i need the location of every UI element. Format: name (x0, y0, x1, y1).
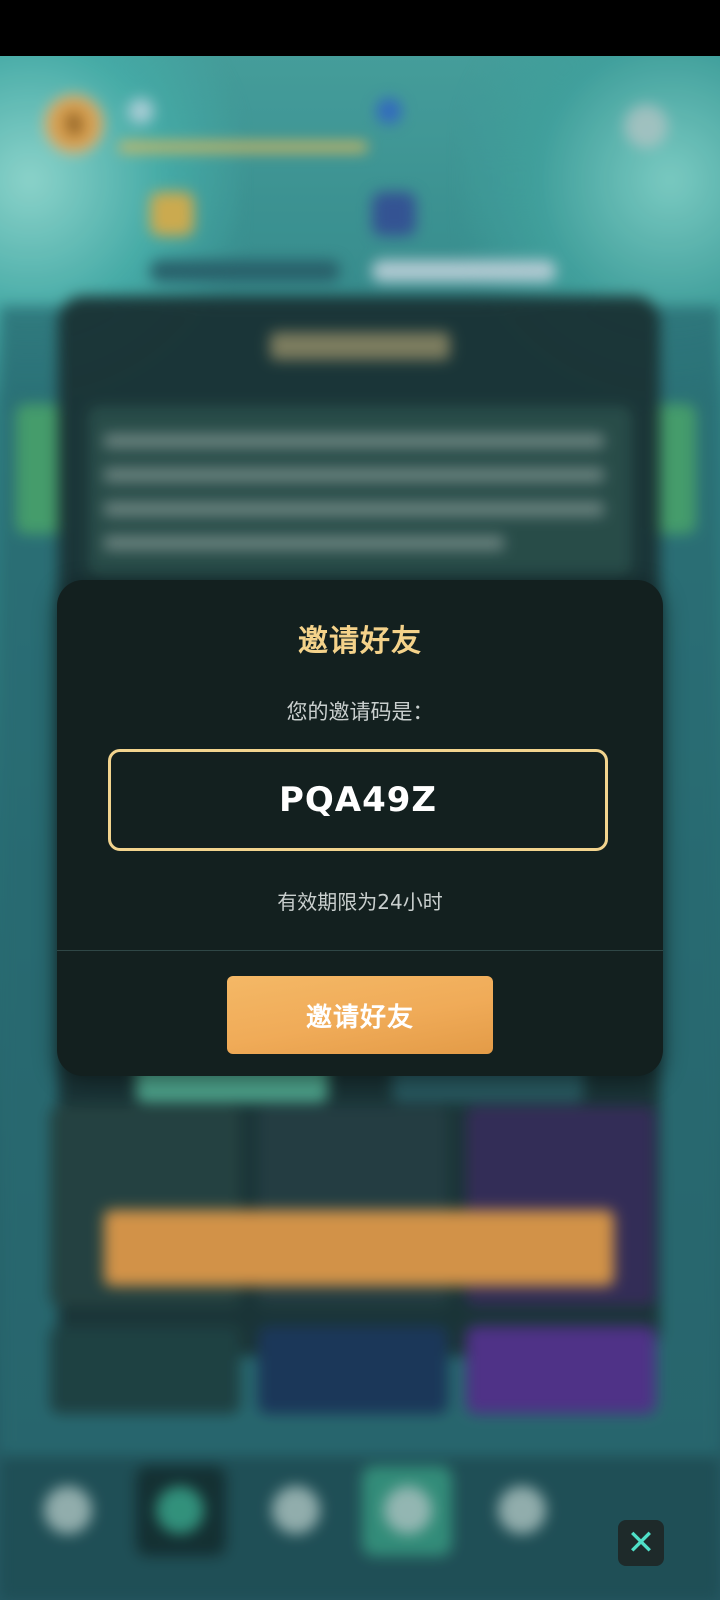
status-bar (0, 0, 720, 56)
invite-friends-dialog: 邀请好友 您的邀请码是： PQA49Z 有效期限为24小时 邀请好友 (57, 580, 663, 1076)
invite-code-box[interactable]: PQA49Z (108, 749, 608, 851)
close-icon: ✕ (626, 1523, 656, 1563)
invite-friends-button[interactable]: 邀请好友 (227, 976, 493, 1054)
validity-text: 有效期限为24小时 (277, 890, 443, 914)
invite-code-value[interactable]: PQA49Z (279, 780, 437, 820)
dialog-title: 邀请好友 (298, 624, 422, 659)
close-button[interactable]: ✕ (618, 1520, 664, 1566)
dialog-divider (57, 950, 663, 951)
invite-code-label: 您的邀请码是： (286, 700, 434, 724)
